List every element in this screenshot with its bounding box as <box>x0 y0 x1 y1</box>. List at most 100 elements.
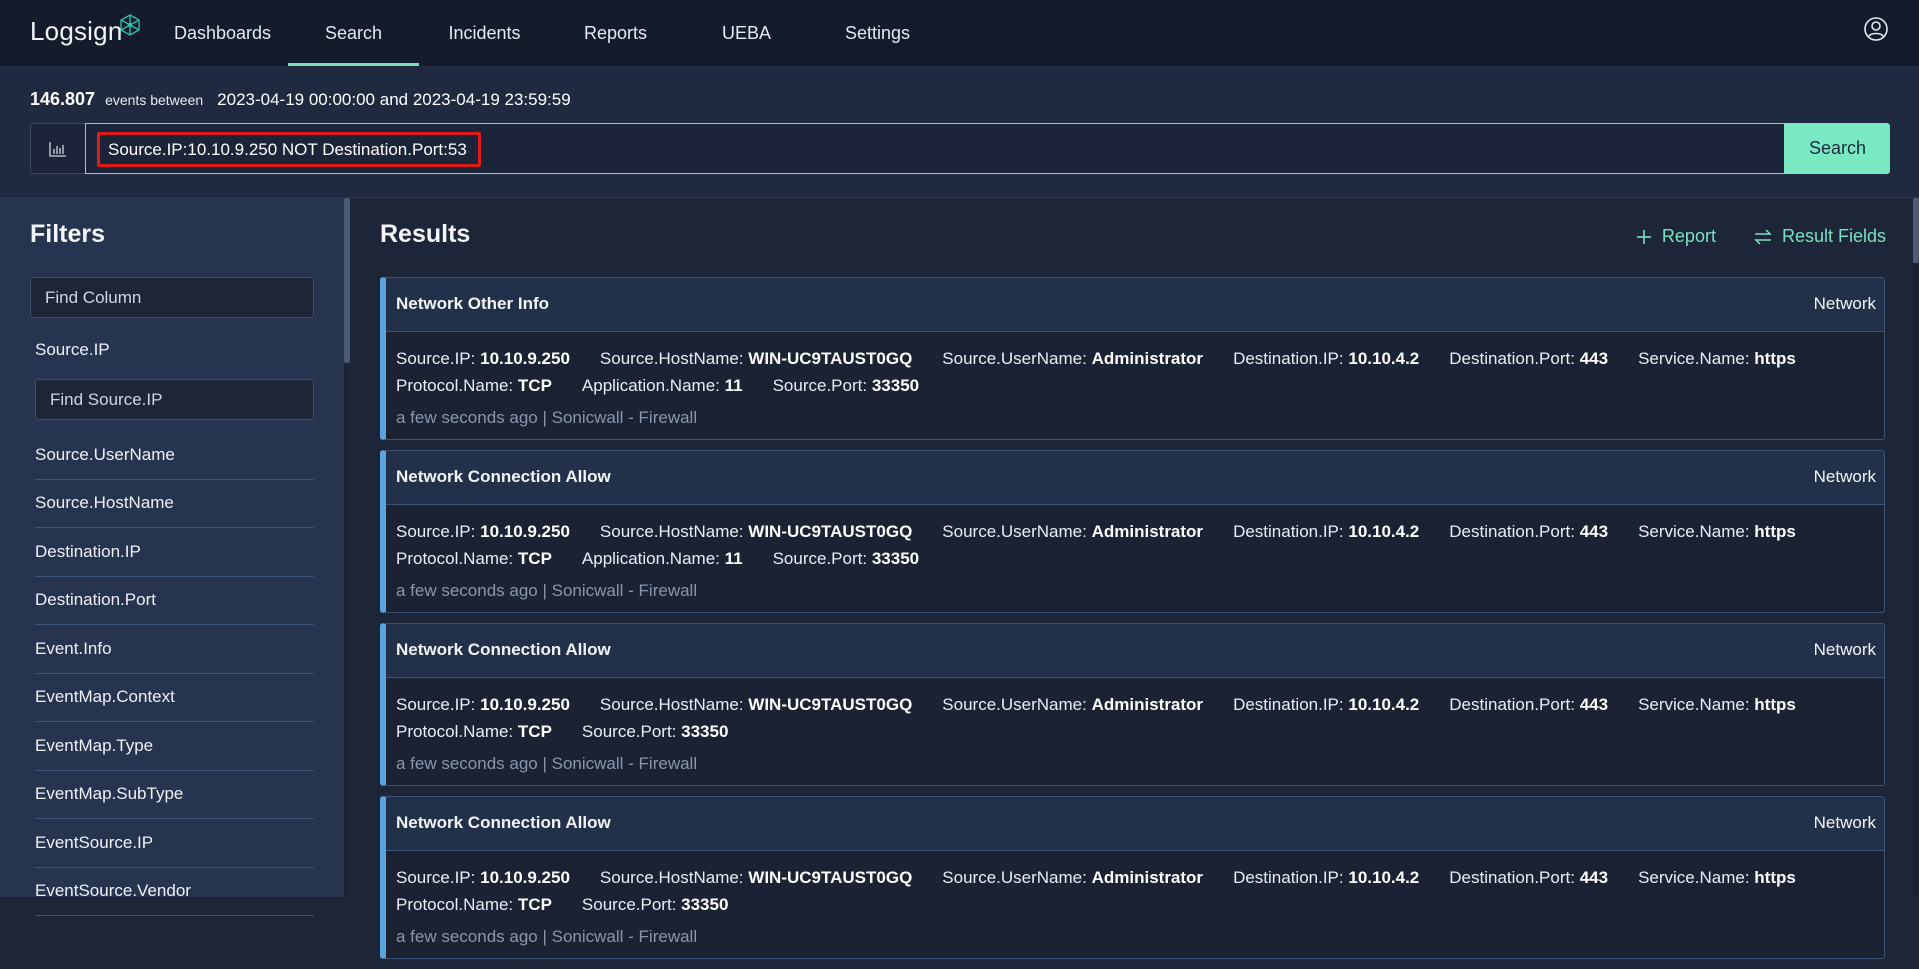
nav-reports[interactable]: Reports <box>550 0 681 66</box>
nav-incidents[interactable]: Incidents <box>419 0 550 66</box>
filter-field-item[interactable]: Destination.IP <box>35 528 314 577</box>
report-button[interactable]: Report <box>1636 226 1716 247</box>
field-pair[interactable]: Source.Port: 33350 <box>582 895 729 915</box>
user-circle-icon[interactable] <box>1863 16 1889 42</box>
field-key: Destination.Port: <box>1449 867 1575 887</box>
result-card[interactable]: Network Connection Allow Network Source.IP… <box>380 450 1885 613</box>
field-pair[interactable]: Source.IP: 10.10.9.250 <box>396 349 570 369</box>
filter-field-item[interactable]: EventMap.SubType <box>35 771 314 819</box>
field-pair[interactable]: Destination.Port: 443 <box>1449 695 1608 715</box>
field-pair[interactable]: Source.IP: 10.10.9.250 <box>396 522 570 542</box>
logo-text: Logsign <box>30 16 123 46</box>
sidebar-scrollbar-thumb[interactable] <box>344 198 350 363</box>
field-pair[interactable]: Application.Name: 11 <box>582 376 743 396</box>
field-pair[interactable]: Source.HostName: WIN-UC9TAUST0GQ <box>600 349 912 369</box>
field-pair[interactable]: Service.Name: https <box>1638 695 1796 715</box>
result-fields-button[interactable]: Result Fields <box>1754 226 1886 247</box>
filter-field-item[interactable]: Source.UserName <box>35 431 314 480</box>
field-pair[interactable]: Destination.IP: 10.10.4.2 <box>1233 868 1419 888</box>
selected-filter-field[interactable]: Source.IP <box>35 340 110 360</box>
field-value: Administrator <box>1091 867 1204 887</box>
field-value: 33350 <box>871 375 920 395</box>
field-pair[interactable]: Protocol.Name: TCP <box>396 895 552 915</box>
filter-field-item[interactable]: EventSource.IP <box>35 819 314 868</box>
result-card[interactable]: Network Connection Allow Network Source.IP… <box>380 623 1885 786</box>
field-pair[interactable]: Source.Port: 33350 <box>773 549 920 569</box>
field-pair[interactable]: Source.IP: 10.10.9.250 <box>396 868 570 888</box>
field-pair[interactable]: Application.Name: 11 <box>582 549 743 569</box>
field-pair[interactable]: Source.HostName: WIN-UC9TAUST0GQ <box>600 695 912 715</box>
nav-dashboards[interactable]: Dashboards <box>157 0 288 66</box>
search-header: 146.807 events between 2023-04-19 00:00:… <box>0 66 1919 198</box>
filter-field-item[interactable]: Destination.Port <box>35 577 314 625</box>
field-pair[interactable]: Source.IP: 10.10.9.250 <box>396 695 570 715</box>
field-value: https <box>1754 694 1796 714</box>
nav-settings[interactable]: Settings <box>812 0 943 66</box>
field-pair[interactable]: Source.Port: 33350 <box>582 722 729 742</box>
filter-field-item[interactable]: EventMap.Type <box>35 722 314 771</box>
field-line: Source.IP: 10.10.9.250 Source.HostName: W… <box>396 345 1876 372</box>
field-pair[interactable]: Source.UserName: Administrator <box>942 695 1203 715</box>
filters-sidebar: Filters Find Column Source.IP Find Sourc… <box>0 198 344 916</box>
field-pair[interactable]: Protocol.Name: TCP <box>396 376 552 396</box>
field-value: 10.10.4.2 <box>1348 348 1420 368</box>
filter-field-item[interactable]: EventMap.Context <box>35 674 314 722</box>
find-column-input[interactable]: Find Column <box>30 277 314 318</box>
field-key: Destination.IP: <box>1233 694 1344 714</box>
result-card-header: Network Other Info Network <box>386 278 1884 332</box>
field-pair[interactable]: Destination.IP: 10.10.4.2 <box>1233 695 1419 715</box>
filter-field-item[interactable]: Event.Info <box>35 625 314 674</box>
result-card[interactable]: Network Connection Allow Network Source.IP… <box>380 796 1885 959</box>
main-nav: Dashboards Search Incidents Reports UEBA… <box>157 0 943 66</box>
field-value: 443 <box>1579 867 1609 887</box>
field-line: Source.IP: 10.10.9.250 Source.HostName: W… <box>396 691 1876 718</box>
field-pair[interactable]: Source.Port: 33350 <box>773 376 920 396</box>
filter-field-item[interactable]: EventSource.Vendor <box>35 868 314 916</box>
field-key: Source.UserName: <box>942 694 1087 714</box>
field-pair[interactable]: Destination.IP: 10.10.4.2 <box>1233 349 1419 369</box>
field-value: 11 <box>724 375 743 395</box>
field-value: WIN-UC9TAUST0GQ <box>748 521 913 541</box>
field-pair[interactable]: Destination.Port: 443 <box>1449 522 1608 542</box>
field-key: Protocol.Name: <box>396 548 514 568</box>
search-button[interactable]: Search <box>1785 123 1890 174</box>
results-scrollbar-thumb[interactable] <box>1913 198 1919 263</box>
field-pair[interactable]: Destination.Port: 443 <box>1449 349 1608 369</box>
field-pair[interactable]: Source.HostName: WIN-UC9TAUST0GQ <box>600 868 912 888</box>
field-pair[interactable]: Source.UserName: Administrator <box>942 349 1203 369</box>
result-card-category: Network <box>1813 813 1876 832</box>
field-key: Source.UserName: <box>942 867 1087 887</box>
date-range[interactable]: 2023-04-19 00:00:00 and 2023-04-19 23:59… <box>217 90 571 110</box>
results-scrollbar[interactable] <box>1913 198 1919 897</box>
field-key: Source.Port: <box>581 894 677 914</box>
plus-icon <box>1636 229 1651 244</box>
result-card-meta: a few seconds ago | Sonicwall - Firewall <box>396 927 698 946</box>
nav-search[interactable]: Search <box>288 0 419 66</box>
field-pair[interactable]: Destination.IP: 10.10.4.2 <box>1233 522 1419 542</box>
field-pair[interactable]: Source.UserName: Administrator <box>942 868 1203 888</box>
field-value: https <box>1754 348 1796 368</box>
field-key: Service.Name: <box>1638 521 1750 541</box>
field-pair[interactable]: Destination.Port: 443 <box>1449 868 1608 888</box>
histogram-toggle-button[interactable] <box>30 123 85 174</box>
field-pair[interactable]: Source.HostName: WIN-UC9TAUST0GQ <box>600 522 912 542</box>
find-field-input[interactable]: Find Source.IP <box>35 379 314 420</box>
field-pair[interactable]: Service.Name: https <box>1638 349 1796 369</box>
field-key: Service.Name: <box>1638 867 1750 887</box>
swap-arrows-icon <box>1754 228 1772 245</box>
field-pair[interactable]: Service.Name: https <box>1638 868 1796 888</box>
search-bar: Source.IP:10.10.9.250 NOT Destination.Po… <box>30 123 1890 174</box>
filter-field-list: Source.UserName Source.HostName Destinat… <box>35 431 314 916</box>
result-card[interactable]: Network Other Info Network Source.IP: 10.1… <box>380 277 1885 440</box>
nav-ueba[interactable]: UEBA <box>681 0 812 66</box>
field-pair[interactable]: Protocol.Name: TCP <box>396 722 552 742</box>
field-key: Destination.Port: <box>1449 348 1575 368</box>
logo[interactable]: Logsign <box>30 14 142 47</box>
field-pair[interactable]: Source.UserName: Administrator <box>942 522 1203 542</box>
field-value: 10.10.9.250 <box>480 521 570 541</box>
field-pair[interactable]: Protocol.Name: TCP <box>396 549 552 569</box>
field-pair[interactable]: Service.Name: https <box>1638 522 1796 542</box>
field-value: WIN-UC9TAUST0GQ <box>748 867 913 887</box>
query-input[interactable]: Source.IP:10.10.9.250 NOT Destination.Po… <box>85 123 1785 174</box>
filter-field-item[interactable]: Source.HostName <box>35 480 314 528</box>
